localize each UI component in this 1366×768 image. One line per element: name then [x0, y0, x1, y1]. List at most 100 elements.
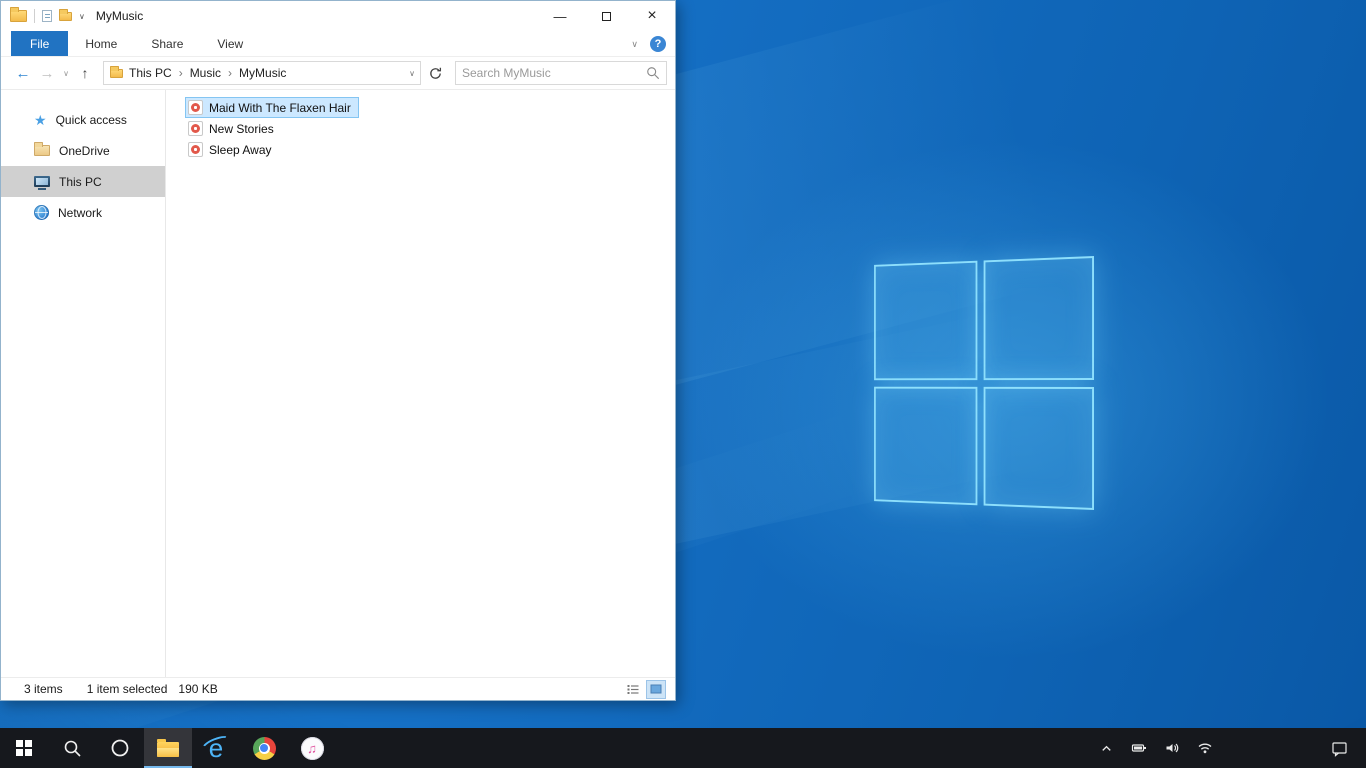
volume-button[interactable] — [1161, 728, 1183, 768]
window-title: MyMusic — [95, 9, 144, 23]
maximize-button[interactable] — [583, 1, 629, 31]
toolbar-separator — [34, 9, 35, 23]
window-body: ★ Quick access OneDrive This PC Network — [1, 90, 675, 677]
sidebar-item-label: This PC — [59, 174, 102, 189]
file-explorer-window: ∨ MyMusic — × File Home Share View ∨ ? ←… — [0, 0, 676, 701]
expand-ribbon-chevron-icon[interactable]: ∨ — [631, 39, 638, 50]
network-icon — [34, 205, 49, 220]
sidebar-item-label: Network — [58, 205, 103, 220]
cortana-circle-icon — [111, 739, 129, 757]
file-name: Sleep Away — [209, 142, 272, 157]
wifi-icon — [1198, 743, 1212, 754]
search-icon — [64, 740, 81, 757]
action-center-icon — [1331, 741, 1347, 757]
details-view-button[interactable] — [623, 680, 643, 699]
chevron-up-icon — [1101, 745, 1111, 751]
computer-icon — [34, 176, 50, 190]
start-button[interactable] — [0, 728, 48, 768]
view-switcher — [623, 678, 666, 700]
tab-view[interactable]: View — [200, 31, 260, 56]
battery-icon — [1131, 744, 1146, 752]
maximize-icon — [601, 11, 611, 21]
file-name: New Stories — [209, 121, 274, 136]
thumbnail-view-icon — [650, 684, 662, 694]
battery-button[interactable] — [1128, 728, 1150, 768]
sidebar-item-this-pc[interactable]: This PC — [1, 166, 165, 197]
qat-new-folder-icon[interactable] — [59, 8, 72, 21]
search-icon — [647, 67, 660, 80]
action-center-area — [1328, 728, 1350, 768]
thumbnail-view-button[interactable] — [646, 679, 666, 699]
taskbar-file-explorer-button[interactable] — [144, 728, 192, 768]
address-dropdown-chevron-icon[interactable]: ∨ — [409, 69, 415, 78]
ribbon-right-controls: ∨ ? — [631, 31, 666, 57]
sidebar-item-onedrive[interactable]: OneDrive — [1, 135, 165, 166]
up-button[interactable]: ↑ — [73, 61, 97, 85]
refresh-button[interactable] — [423, 61, 447, 85]
forward-button[interactable]: → — [35, 61, 59, 85]
file-name: Maid With The Flaxen Hair — [209, 100, 351, 115]
address-bar[interactable]: This PC › Music › MyMusic ∨ — [103, 61, 421, 85]
audio-file-icon — [188, 142, 203, 157]
breadcrumb-this-pc[interactable]: This PC — [129, 66, 172, 80]
help-icon[interactable]: ? — [650, 36, 666, 52]
breadcrumb-music[interactable]: Music — [190, 66, 221, 80]
action-center-button[interactable] — [1328, 728, 1350, 768]
onedrive-icon — [34, 142, 50, 156]
file-item[interactable]: Maid With The Flaxen Hair — [185, 97, 359, 118]
taskbar-search-button[interactable] — [48, 728, 96, 768]
speaker-icon — [1166, 743, 1179, 753]
tab-file[interactable]: File — [11, 31, 69, 56]
breadcrumb: This PC › Music › MyMusic — [129, 66, 403, 80]
title-bar[interactable]: ∨ MyMusic — × — [1, 1, 675, 31]
file-explorer-icon — [157, 739, 179, 757]
network-wifi-button[interactable] — [1194, 728, 1216, 768]
selection-size: 190 KB — [178, 682, 218, 696]
file-item[interactable]: Sleep Away — [185, 139, 280, 160]
search-box[interactable] — [455, 61, 667, 85]
ribbon-tab-row: File Home Share View ∨ ? — [1, 31, 675, 57]
sidebar-item-network[interactable]: Network — [1, 197, 165, 228]
qat-properties-icon[interactable] — [42, 10, 52, 22]
search-input[interactable] — [462, 66, 646, 80]
quick-access-star-icon: ★ — [34, 111, 47, 128]
status-bar: 3 items 1 item selected 190 KB — [1, 677, 675, 700]
windows-start-icon — [15, 739, 33, 757]
taskbar-internet-explorer-button[interactable]: e — [192, 728, 240, 768]
navigation-pane: ★ Quick access OneDrive This PC Network — [1, 90, 166, 677]
back-button[interactable]: ← — [11, 61, 35, 85]
close-button[interactable]: × — [629, 1, 675, 31]
breadcrumb-separator-icon: › — [178, 66, 183, 80]
recent-locations-chevron-icon[interactable]: ∨ — [59, 61, 73, 85]
cortana-button[interactable] — [96, 728, 144, 768]
audio-file-icon — [188, 100, 203, 115]
address-folder-icon — [110, 65, 123, 78]
sidebar-item-label: Quick access — [55, 112, 127, 127]
itunes-icon: ♫ — [300, 736, 324, 760]
chrome-icon — [252, 736, 276, 760]
quick-access-toolbar: ∨ — [10, 7, 85, 23]
show-hidden-icons-button[interactable] — [1095, 728, 1117, 768]
minimize-button[interactable]: — — [537, 1, 583, 31]
qat-customize-chevron-icon[interactable]: ∨ — [79, 12, 85, 21]
sidebar-item-label: OneDrive — [59, 143, 110, 158]
item-count: 3 items — [24, 682, 63, 696]
window-folder-icon — [10, 7, 27, 22]
taskbar: e ♫ — [0, 728, 1366, 768]
taskbar-itunes-button[interactable]: ♫ — [288, 728, 336, 768]
refresh-icon — [429, 67, 441, 79]
sidebar-item-quick-access[interactable]: ★ Quick access — [1, 104, 165, 135]
audio-file-icon — [188, 121, 203, 136]
window-controls: — × — [537, 1, 675, 31]
file-item[interactable]: New Stories — [185, 118, 282, 139]
system-tray — [1095, 728, 1216, 768]
music-note-icon: ♫ — [307, 740, 317, 756]
breadcrumb-separator-icon: › — [228, 66, 233, 80]
breadcrumb-mymusic[interactable]: MyMusic — [239, 66, 286, 80]
navigation-bar: ← → ∨ ↑ This PC › Music › MyMusic ∨ — [1, 57, 675, 90]
tab-home[interactable]: Home — [68, 31, 134, 56]
details-view-icon — [627, 685, 639, 694]
taskbar-chrome-button[interactable] — [240, 728, 288, 768]
tab-share[interactable]: Share — [134, 31, 200, 56]
selection-count: 1 item selected — [86, 682, 168, 696]
